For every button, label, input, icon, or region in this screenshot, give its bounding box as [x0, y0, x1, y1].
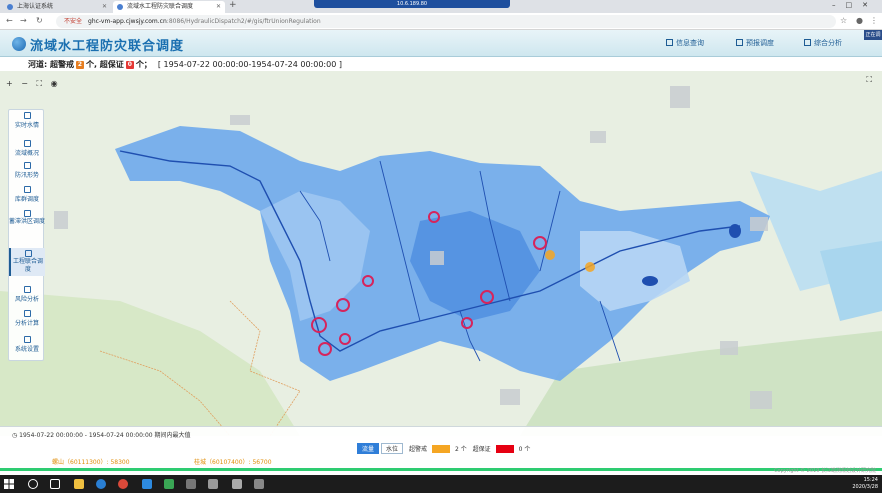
- chrome-browser-icon[interactable]: [118, 479, 128, 489]
- url-path: :8086/HydraulicDispatch2/#/gis/ftrUnionR…: [166, 18, 321, 25]
- menu-item-flood-storage[interactable]: 蓄滞洪区调度: [9, 210, 45, 226]
- reload-icon[interactable]: ↻: [36, 16, 43, 25]
- menu-item-system-settings[interactable]: 系统设置: [9, 336, 45, 353]
- forward-icon[interactable]: →: [20, 16, 27, 25]
- bar-icon: [23, 310, 31, 317]
- menu-item-joint-dispatch[interactable]: 工程联合调度: [9, 248, 45, 276]
- app-icon[interactable]: [254, 479, 264, 489]
- menu-item-calculation[interactable]: 分析计算: [9, 310, 45, 327]
- new-tab-icon[interactable]: +: [229, 0, 237, 10]
- chart-icon: [23, 162, 31, 169]
- search-icon[interactable]: [28, 479, 38, 489]
- guarantee-legend-count: 0 个: [518, 446, 531, 453]
- file-explorer-icon[interactable]: [74, 479, 84, 489]
- browser-tab-active[interactable]: 流域水工程防灾联合调度 ✕: [113, 1, 225, 13]
- browser-tab-auth[interactable]: 上海认证系统 ✕: [3, 1, 111, 13]
- database-icon: [23, 336, 31, 343]
- app-logo-icon: [12, 37, 26, 51]
- warn-legend-swatch: [431, 444, 450, 453]
- lake-area: [729, 224, 741, 238]
- dispatching-side-tab[interactable]: 正在调: [864, 30, 882, 40]
- app-icon[interactable]: [232, 479, 242, 489]
- station-luoshan-value[interactable]: 螺山（60111300）: 58300: [52, 457, 130, 466]
- tab-favicon-icon: [7, 4, 13, 10]
- url-input[interactable]: 不安全 ghc-vm-app.cjwsjy.com.cn:8086/Hydraul…: [56, 15, 836, 28]
- window-controls[interactable]: –□✕: [832, 1, 878, 9]
- insecure-label: 不安全: [64, 18, 83, 25]
- tab-title: 流域水工程防灾联合调度: [127, 3, 194, 10]
- house-icon: [23, 140, 31, 147]
- side-menu: 实时水情 流域概况 防汛形势 库群调度 蓄滞洪区调度 工程联合调度 风险分析 分…: [8, 109, 45, 361]
- comprehensive-analysis-button[interactable]: 综合分析: [804, 38, 842, 48]
- ie-browser-icon[interactable]: [96, 479, 106, 489]
- windows-start-icon[interactable]: [4, 479, 14, 489]
- tab-favicon-icon: [117, 4, 123, 10]
- analysis-icon: [804, 39, 811, 46]
- station-guicheng-value[interactable]: 桂城（60107400）: 56700: [194, 457, 272, 466]
- grid-icon: [24, 250, 32, 257]
- grid-icon: [666, 39, 673, 46]
- legend-bar: 流量 水位 超警戒 2 个 超保证 0 个: [357, 443, 532, 455]
- fullscreen-icon[interactable]: ⛶: [866, 75, 872, 85]
- guarantee-legend-label: 超保证: [472, 446, 491, 453]
- warn-count-badge: 2: [75, 61, 84, 69]
- menu-item-reservoir-dispatch[interactable]: 库群调度: [9, 186, 45, 203]
- guarantee-count-badge: 0: [125, 61, 134, 69]
- system-clock[interactable]: 15:24 2020/3/28: [852, 477, 878, 491]
- task-view-icon[interactable]: [50, 479, 60, 489]
- info-query-button[interactable]: 信息查询: [666, 38, 704, 48]
- flag-icon: [23, 210, 31, 217]
- person-icon: [23, 286, 31, 293]
- close-tab-icon[interactable]: ✕: [102, 1, 107, 13]
- menu-item-risk-analysis[interactable]: 风险分析: [9, 286, 45, 303]
- time-range-text: [ 1954-07-22 00:00:00-1954-07-24 00:00:0…: [157, 60, 342, 69]
- profile-icon[interactable]: ●: [856, 16, 863, 25]
- guarantee-legend-swatch: [495, 444, 514, 453]
- map-view[interactable]: [0, 71, 882, 436]
- app-title: 流域水工程防灾联合调度: [30, 39, 185, 54]
- back-icon[interactable]: ←: [6, 16, 13, 25]
- tab-title: 上海认证系统: [17, 3, 54, 10]
- app-icon[interactable]: [186, 479, 196, 489]
- menu-dots-icon[interactable]: ⋮: [870, 16, 878, 25]
- app-icon[interactable]: [208, 479, 218, 489]
- app-icon[interactable]: [164, 479, 174, 489]
- forecast-dispatch-button[interactable]: 预报调度: [736, 38, 774, 48]
- map-zoom-tools[interactable]: + − ⛶ ◉: [6, 79, 61, 89]
- basin-map[interactable]: [0, 71, 882, 436]
- copyright-text: Copyright © 2019 长江勘测规划设计研究院: [774, 468, 876, 474]
- flow-toggle-button[interactable]: 流量: [357, 443, 380, 454]
- warn-legend-count: 2 个: [454, 446, 467, 453]
- lake-area: [642, 276, 658, 286]
- menu-item-flood-situation[interactable]: 防汛形势: [9, 162, 45, 179]
- warn-legend-label: 超警戒: [408, 446, 427, 453]
- waves-icon: [23, 112, 31, 119]
- menu-item-basin-overview[interactable]: 流域概况: [9, 140, 45, 157]
- browser-tab-bar: 上海认证系统 ✕ 流域水工程防灾联合调度 ✕ + 10.6.189.80 –□✕: [0, 0, 882, 13]
- river-status-summary: 河道: 超警戒 2 个, 超保证 0 个；[ 1954-07-22 00:00:00-1…: [0, 58, 882, 71]
- progress-strip: [0, 468, 882, 471]
- menu-item-realtime-water[interactable]: 实时水情: [9, 112, 45, 129]
- address-bar: ← → ↻ 不安全 ghc-vm-app.cjwsjy.com.cn:8086/H…: [0, 13, 882, 30]
- url-host: ghc-vm-app.cjwsjy.com.cn: [88, 18, 167, 25]
- max-value-range-text: ◷ 1954-07-22 00:00:00 - 1954-07-24 00:00…: [12, 432, 191, 439]
- network-icon: [23, 186, 31, 193]
- close-tab-icon[interactable]: ✕: [216, 1, 221, 13]
- vscode-icon[interactable]: [142, 479, 152, 489]
- app-header: 流域水工程防灾联合调度 信息查询 预报调度 综合分析: [0, 30, 882, 57]
- remote-session-badge: 10.6.189.80: [314, 0, 510, 8]
- windows-taskbar: 15:24 2020/3/28: [0, 475, 882, 493]
- forecast-icon: [736, 39, 743, 46]
- level-toggle-button[interactable]: 水位: [381, 443, 404, 454]
- bookmark-star-icon[interactable]: ☆: [840, 16, 847, 25]
